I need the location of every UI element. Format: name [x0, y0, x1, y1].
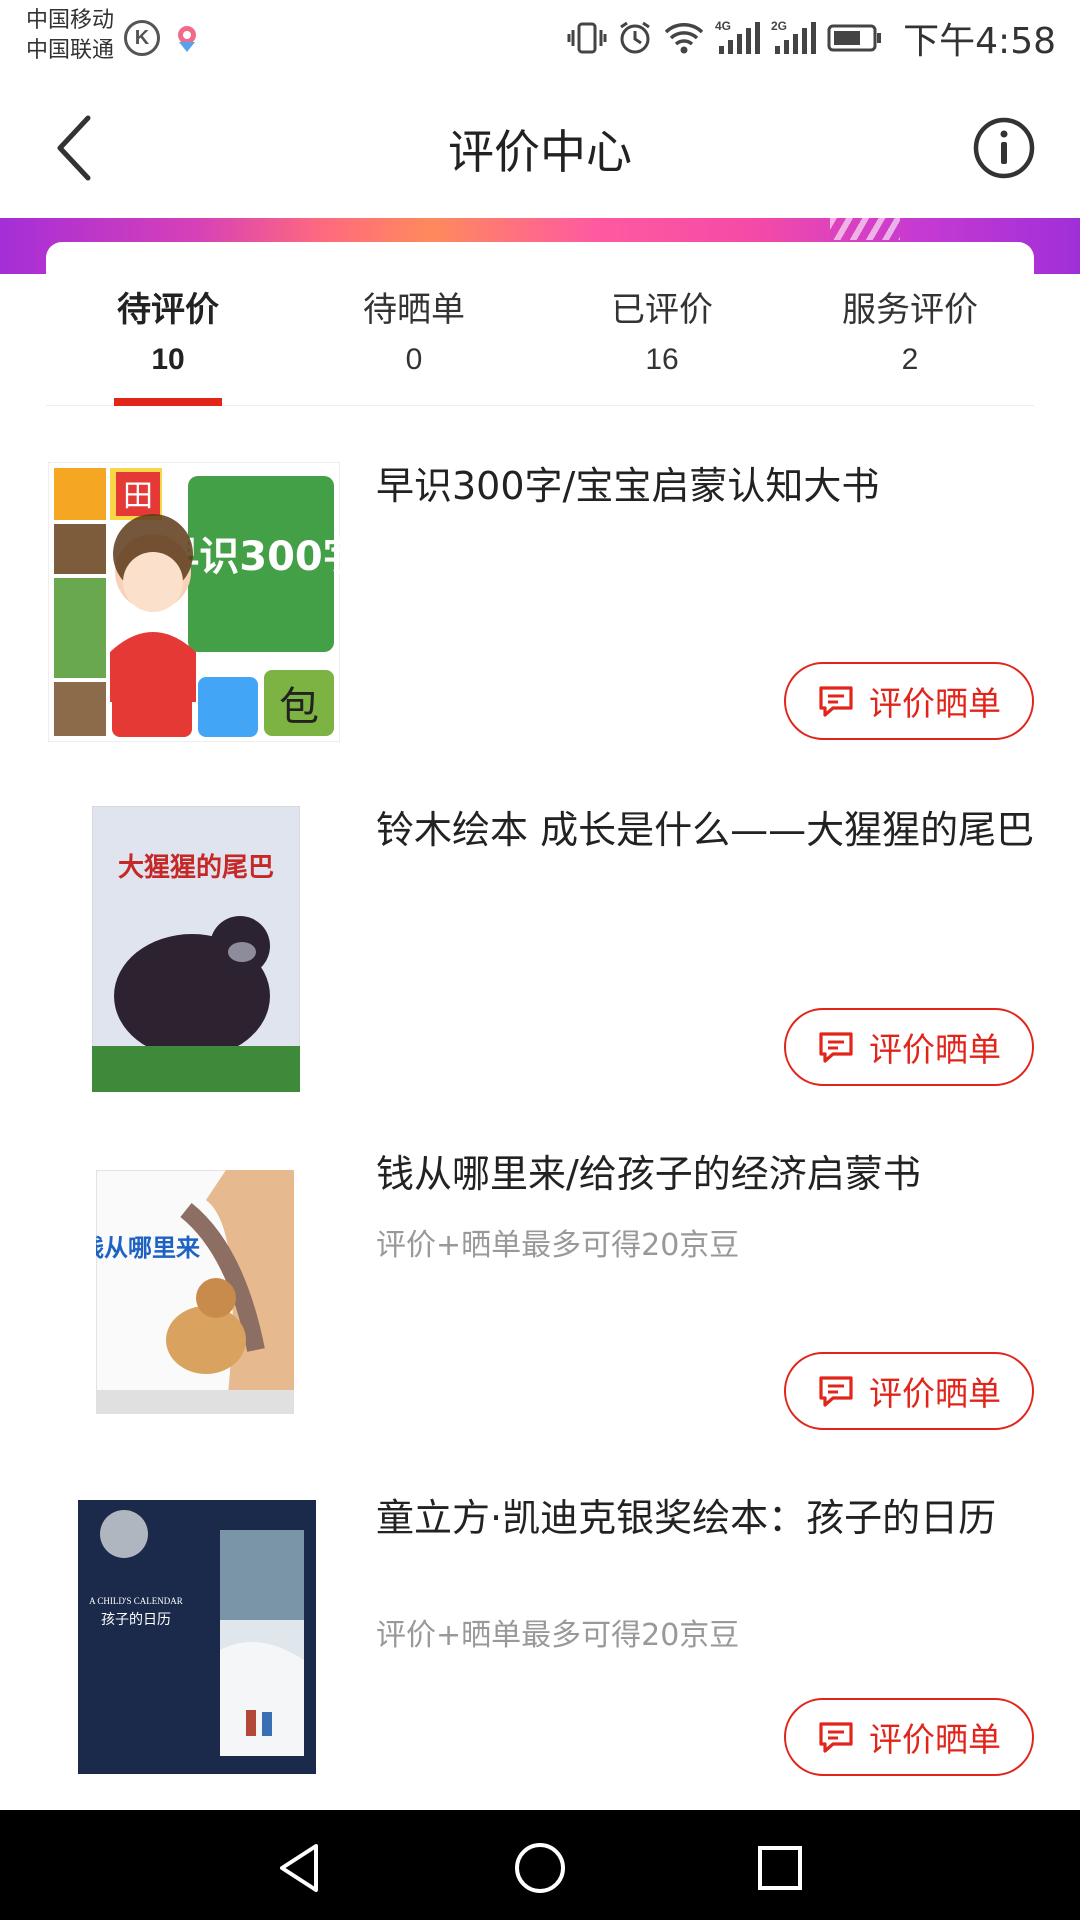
cover-english-title: A CHILD'S CALENDAR — [89, 1596, 183, 1606]
tab-count: 10 — [151, 343, 185, 376]
product-title[interactable]: 童立方·凯迪克银奖绘本：孩子的日历 — [376, 1494, 1036, 1542]
review-and-share-button[interactable]: 评价晒单 — [784, 1008, 1034, 1086]
cover-title-text: 钱从哪里来 — [96, 1234, 201, 1262]
product-title[interactable]: 早识300字/宝宝启蒙认知大书 — [376, 462, 1036, 510]
tab-pending-review[interactable]: 待评价 10 — [68, 282, 268, 377]
status-icons: 4G 2G 下午4:58 — [567, 14, 1056, 62]
tab-reviewed[interactable]: 已评价 16 — [562, 282, 762, 377]
review-and-share-button[interactable]: 评价晒单 — [784, 1698, 1034, 1776]
comment-icon — [819, 686, 853, 717]
tab-label: 服务评价 — [842, 290, 978, 330]
review-button-label: 评价晒单 — [869, 1720, 1001, 1759]
status-time: 下午4:58 — [903, 21, 1056, 62]
signal-4g-icon: 4G — [715, 18, 761, 58]
tab-count: 16 — [645, 343, 679, 376]
k-app-icon: K — [124, 20, 160, 56]
page-title: 评价中心 — [448, 125, 632, 179]
alarm-icon — [617, 18, 653, 58]
cover-title-text: 大猩猩的尾巴 — [118, 852, 274, 883]
carrier-1: 中国移动 — [26, 8, 115, 33]
product-title[interactable]: 铃木绘本 成长是什么——大猩猩的尾巴 — [376, 806, 1036, 854]
product-item: 钱从哪里来 钱从哪里来/给孩子的经济启蒙书 评价+晒单最多可得20京豆 评价晒单 — [0, 1150, 1080, 1494]
info-circle-icon[interactable] — [972, 116, 1036, 180]
tab-label: 已评价 — [611, 290, 713, 330]
location-pin-icon — [178, 26, 196, 52]
review-button-label: 评价晒单 — [869, 684, 1001, 723]
carrier-2: 中国联通 — [26, 38, 115, 63]
status-bar: 中国移动 中国联通 K 4G 2G 下午4:58 — [0, 0, 1080, 78]
tab-count: 0 — [405, 343, 423, 376]
signal-2g-icon: 2G — [771, 18, 817, 58]
signal-2g-label: 2G — [771, 19, 787, 33]
cover-tile-char: 田 — [123, 479, 153, 514]
cover-title-text: 孩子的日历 — [101, 1612, 171, 1628]
header: 评价中心 — [0, 78, 1080, 218]
product-cover-image[interactable]: A CHILD'S CALENDAR 孩子的日历 — [78, 1500, 316, 1774]
product-cover-image[interactable]: 钱从哪里来 — [96, 1170, 294, 1414]
product-cover-image[interactable]: 早识300字 包 田 — [48, 462, 340, 742]
tab-service-review[interactable]: 服务评价 2 — [810, 282, 1010, 377]
battery-icon — [827, 18, 883, 58]
comment-icon — [819, 1376, 853, 1407]
carrier-names: 中国移动 中国联通 — [26, 6, 114, 66]
system-navigation-bar — [0, 1810, 1080, 1920]
tab-label: 待评价 — [117, 290, 219, 330]
review-button-label: 评价晒单 — [869, 1030, 1001, 1069]
tab-label: 待晒单 — [363, 290, 465, 330]
reward-hint: 评价+晒单最多可得20京豆 — [376, 1618, 740, 1653]
review-tabs: 待评价 10 待晒单 0 已评价 16 服务评价 2 — [46, 242, 1034, 406]
comment-icon — [819, 1032, 853, 1063]
vibrate-icon — [567, 18, 607, 58]
product-item: 大猩猩的尾巴 铃木绘本 成长是什么——大猩猩的尾巴 评价晒单 — [0, 806, 1080, 1150]
comment-icon — [819, 1722, 853, 1753]
review-and-share-button[interactable]: 评价晒单 — [784, 662, 1034, 740]
tab-pending-share[interactable]: 待晒单 0 — [314, 282, 514, 377]
active-tab-indicator — [114, 398, 222, 406]
product-title[interactable]: 钱从哪里来/给孩子的经济启蒙书 — [376, 1150, 1036, 1198]
cover-tile-char: 包 — [279, 684, 319, 730]
wifi-icon — [663, 18, 705, 58]
nav-back-triangle-icon[interactable] — [272, 1840, 328, 1896]
product-item: 早识300字 包 田 早识300字/宝宝启蒙认知大书 评价晒单 — [0, 462, 1080, 806]
tab-count: 2 — [901, 343, 919, 376]
product-item: A CHILD'S CALENDAR 孩子的日历 童立方·凯迪克银奖绘本：孩子的… — [0, 1494, 1080, 1838]
banner-stripes — [830, 218, 900, 240]
reward-hint: 评价+晒单最多可得20京豆 — [376, 1228, 740, 1263]
nav-home-circle-icon[interactable] — [512, 1840, 568, 1896]
signal-4g-label: 4G — [715, 19, 731, 33]
nav-recents-square-icon[interactable] — [752, 1840, 808, 1896]
review-button-label: 评价晒单 — [869, 1374, 1001, 1413]
review-and-share-button[interactable]: 评价晒单 — [784, 1352, 1034, 1430]
product-cover-image[interactable]: 大猩猩的尾巴 — [92, 806, 300, 1092]
